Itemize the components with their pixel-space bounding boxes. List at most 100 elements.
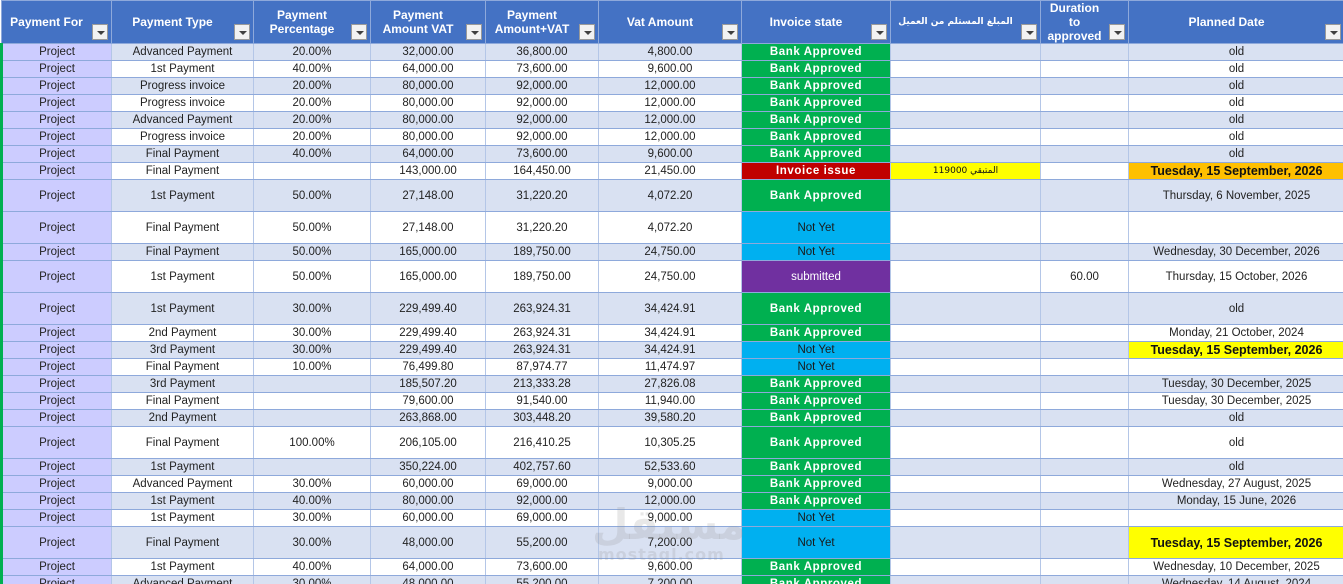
planned-date-cell[interactable]: old bbox=[1128, 458, 1343, 476]
duration-to-approved-cell[interactable] bbox=[1040, 375, 1129, 393]
planned-date-cell[interactable]: old bbox=[1128, 43, 1343, 61]
duration-to-approved-cell[interactable] bbox=[1040, 426, 1129, 459]
filter-dropdown-icon[interactable] bbox=[92, 24, 108, 40]
planned-date-cell[interactable] bbox=[1128, 211, 1343, 244]
duration-to-approved-cell[interactable] bbox=[1040, 43, 1129, 61]
payment-type-cell[interactable]: Final Payment bbox=[111, 145, 254, 163]
amount-received-cell[interactable] bbox=[890, 145, 1041, 163]
duration-to-approved-cell[interactable] bbox=[1040, 292, 1129, 325]
payment-amount-plus-vat-cell[interactable]: 31,220.20 bbox=[485, 179, 599, 212]
payment-amount-vat-cell[interactable]: 229,499.40 bbox=[370, 324, 486, 342]
duration-to-approved-cell[interactable] bbox=[1040, 575, 1129, 584]
amount-received-cell[interactable] bbox=[890, 341, 1041, 359]
payment-amount-plus-vat-cell[interactable]: 73,600.00 bbox=[485, 145, 599, 163]
payment-amount-plus-vat-cell[interactable]: 263,924.31 bbox=[485, 324, 599, 342]
vat-amount-cell[interactable]: 34,424.91 bbox=[598, 341, 742, 359]
planned-date-cell[interactable]: Wednesday, 10 December, 2025 bbox=[1128, 558, 1343, 576]
payment-percentage-cell[interactable]: 40.00% bbox=[253, 558, 371, 576]
payment-amount-plus-vat-cell[interactable]: 69,000.00 bbox=[485, 475, 599, 493]
payment-amount-vat-cell[interactable]: 185,507.20 bbox=[370, 375, 486, 393]
vat-amount-cell[interactable]: 4,072.20 bbox=[598, 211, 742, 244]
payment-amount-plus-vat-cell[interactable]: 92,000.00 bbox=[485, 128, 599, 146]
payment-amount-plus-vat-cell[interactable]: 92,000.00 bbox=[485, 492, 599, 510]
amount-received-cell[interactable] bbox=[890, 458, 1041, 476]
payment-for-cell[interactable]: Project bbox=[0, 60, 112, 78]
amount-received-cell[interactable] bbox=[890, 558, 1041, 576]
amount-received-cell[interactable] bbox=[890, 324, 1041, 342]
payment-percentage-cell[interactable]: 30.00% bbox=[253, 324, 371, 342]
duration-to-approved-cell[interactable] bbox=[1040, 509, 1129, 527]
planned-date-cell[interactable]: Thursday, 6 November, 2025 bbox=[1128, 179, 1343, 212]
payment-amount-plus-vat-cell[interactable]: 213,333.28 bbox=[485, 375, 599, 393]
payment-amount-plus-vat-cell[interactable]: 55,200.00 bbox=[485, 575, 599, 584]
payment-percentage-cell[interactable] bbox=[253, 458, 371, 476]
amount-received-cell[interactable] bbox=[890, 575, 1041, 584]
invoice-state-cell[interactable]: Bank Approved bbox=[741, 492, 891, 510]
duration-to-approved-cell[interactable]: 60.00 bbox=[1040, 260, 1129, 293]
vat-amount-cell[interactable]: 12,000.00 bbox=[598, 94, 742, 112]
payment-amount-plus-vat-cell[interactable]: 73,600.00 bbox=[485, 558, 599, 576]
amount-received-cell[interactable] bbox=[890, 409, 1041, 427]
payment-amount-plus-vat-cell[interactable]: 263,924.31 bbox=[485, 292, 599, 325]
amount-received-cell[interactable] bbox=[890, 111, 1041, 129]
planned-date-cell[interactable]: Tuesday, 15 September, 2026 bbox=[1128, 162, 1343, 180]
amount-received-cell[interactable] bbox=[890, 179, 1041, 212]
payment-percentage-cell[interactable]: 20.00% bbox=[253, 111, 371, 129]
payment-amount-vat-cell[interactable]: 143,000.00 bbox=[370, 162, 486, 180]
payment-percentage-cell[interactable]: 20.00% bbox=[253, 43, 371, 61]
planned-date-cell[interactable]: old bbox=[1128, 94, 1343, 112]
filter-dropdown-icon[interactable] bbox=[1109, 24, 1125, 40]
payment-for-cell[interactable]: Project bbox=[0, 492, 112, 510]
vat-amount-cell[interactable]: 39,580.20 bbox=[598, 409, 742, 427]
invoice-state-cell[interactable]: Bank Approved bbox=[741, 60, 891, 78]
payment-amount-plus-vat-cell[interactable]: 164,450.00 bbox=[485, 162, 599, 180]
invoice-state-cell[interactable]: Not Yet bbox=[741, 211, 891, 244]
planned-date-cell[interactable]: Monday, 15 June, 2026 bbox=[1128, 492, 1343, 510]
invoice-state-cell[interactable]: Bank Approved bbox=[741, 128, 891, 146]
payment-type-cell[interactable]: Final Payment bbox=[111, 211, 254, 244]
invoice-state-cell[interactable]: Bank Approved bbox=[741, 145, 891, 163]
vat-amount-cell[interactable]: 4,800.00 bbox=[598, 43, 742, 61]
payment-percentage-cell[interactable]: 10.00% bbox=[253, 358, 371, 376]
payment-for-cell[interactable]: Project bbox=[0, 409, 112, 427]
payment-percentage-cell[interactable]: 40.00% bbox=[253, 492, 371, 510]
payment-for-cell[interactable]: Project bbox=[0, 243, 112, 261]
duration-to-approved-cell[interactable] bbox=[1040, 243, 1129, 261]
payment-percentage-cell[interactable]: 50.00% bbox=[253, 243, 371, 261]
planned-date-cell[interactable]: Wednesday, 30 December, 2026 bbox=[1128, 243, 1343, 261]
invoice-state-cell[interactable]: Bank Approved bbox=[741, 77, 891, 95]
payment-percentage-cell[interactable]: 20.00% bbox=[253, 128, 371, 146]
invoice-state-cell[interactable]: Bank Approved bbox=[741, 392, 891, 410]
payment-amount-plus-vat-cell[interactable]: 87,974.77 bbox=[485, 358, 599, 376]
vat-amount-cell[interactable]: 11,474.97 bbox=[598, 358, 742, 376]
payment-type-cell[interactable]: 3rd Payment bbox=[111, 341, 254, 359]
vat-amount-cell[interactable]: 24,750.00 bbox=[598, 243, 742, 261]
amount-received-cell[interactable] bbox=[890, 492, 1041, 510]
amount-received-cell[interactable] bbox=[890, 211, 1041, 244]
payment-type-cell[interactable]: 2nd Payment bbox=[111, 409, 254, 427]
duration-to-approved-cell[interactable] bbox=[1040, 77, 1129, 95]
invoice-state-cell[interactable]: Not Yet bbox=[741, 509, 891, 527]
invoice-state-cell[interactable]: Bank Approved bbox=[741, 409, 891, 427]
invoice-state-cell[interactable]: Bank Approved bbox=[741, 111, 891, 129]
vat-amount-cell[interactable]: 21,450.00 bbox=[598, 162, 742, 180]
vat-amount-cell[interactable]: 4,072.20 bbox=[598, 179, 742, 212]
payment-percentage-cell[interactable]: 30.00% bbox=[253, 575, 371, 584]
payment-amount-vat-cell[interactable]: 32,000.00 bbox=[370, 43, 486, 61]
payment-percentage-cell[interactable]: 30.00% bbox=[253, 292, 371, 325]
duration-to-approved-cell[interactable] bbox=[1040, 145, 1129, 163]
planned-date-cell[interactable]: old bbox=[1128, 145, 1343, 163]
payment-for-cell[interactable]: Project bbox=[0, 94, 112, 112]
payment-amount-vat-cell[interactable]: 350,224.00 bbox=[370, 458, 486, 476]
planned-date-cell[interactable]: old bbox=[1128, 60, 1343, 78]
payment-percentage-cell[interactable] bbox=[253, 392, 371, 410]
payment-percentage-cell[interactable]: 30.00% bbox=[253, 526, 371, 559]
invoice-state-cell[interactable]: Bank Approved bbox=[741, 375, 891, 393]
invoice-state-cell[interactable]: Not Yet bbox=[741, 341, 891, 359]
filter-dropdown-icon[interactable] bbox=[1325, 24, 1341, 40]
duration-to-approved-cell[interactable] bbox=[1040, 558, 1129, 576]
payment-type-cell[interactable]: Final Payment bbox=[111, 526, 254, 559]
duration-to-approved-cell[interactable] bbox=[1040, 475, 1129, 493]
planned-date-cell[interactable]: old bbox=[1128, 77, 1343, 95]
planned-date-cell[interactable]: old bbox=[1128, 111, 1343, 129]
